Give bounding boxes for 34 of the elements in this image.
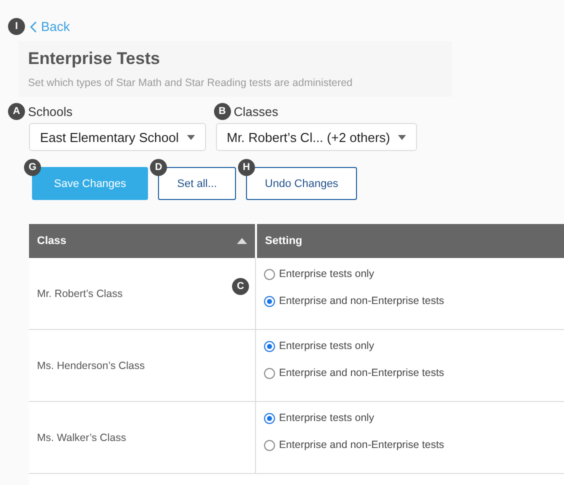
- filter-label: Classes: [234, 104, 278, 118]
- table-cell: Mr. Robert’s Class C: [29, 258, 256, 329]
- radio-option[interactable]: Enterprise tests only: [264, 340, 556, 352]
- radio-option[interactable]: Enterprise tests only: [264, 268, 556, 280]
- callout-badge: A: [8, 103, 25, 120]
- radio-option[interactable]: Enterprise tests only: [264, 412, 556, 424]
- callout-badge: B: [214, 103, 231, 120]
- page-subtitle: Set which types of Star Math and Star Reading tests are administered: [28, 77, 354, 89]
- callout-badge: H: [238, 159, 255, 176]
- radio-button[interactable]: [264, 340, 275, 352]
- table-cell: Ms. Henderson’s Class: [29, 330, 256, 401]
- callout-badge: G: [24, 159, 41, 176]
- column-header[interactable]: Class: [29, 224, 255, 258]
- radio-button[interactable]: [264, 440, 275, 450]
- page-title: Enterprise Tests: [28, 49, 161, 69]
- caret-icon: [186, 134, 195, 140]
- dropdown[interactable]: East Elementary School: [29, 123, 206, 151]
- callout-badge: I: [8, 18, 25, 35]
- callout-badge: C: [232, 278, 249, 295]
- radio-button[interactable]: [264, 368, 275, 378]
- callout-badge: D: [150, 159, 168, 176]
- radio-option[interactable]: Enterprise and non-Enterprise tests: [264, 295, 556, 307]
- radio-button[interactable]: [264, 268, 275, 280]
- radio-option[interactable]: Enterprise and non-Enterprise tests: [264, 367, 556, 379]
- sort-up-icon: [237, 238, 247, 244]
- dropdown[interactable]: Mr. Robert’s Cl... (+2 others): [216, 123, 418, 151]
- filter-label: Schools: [28, 104, 72, 118]
- column-header[interactable]: Setting: [257, 224, 564, 258]
- radio-option[interactable]: Enterprise and non-Enterprise tests: [264, 439, 556, 451]
- chevron-left-icon: [30, 20, 37, 32]
- table-cell: Ms. Walker’s Class: [29, 402, 256, 473]
- caret-icon: [398, 134, 406, 140]
- radio-button[interactable]: [264, 412, 275, 424]
- radio-button[interactable]: [264, 296, 275, 306]
